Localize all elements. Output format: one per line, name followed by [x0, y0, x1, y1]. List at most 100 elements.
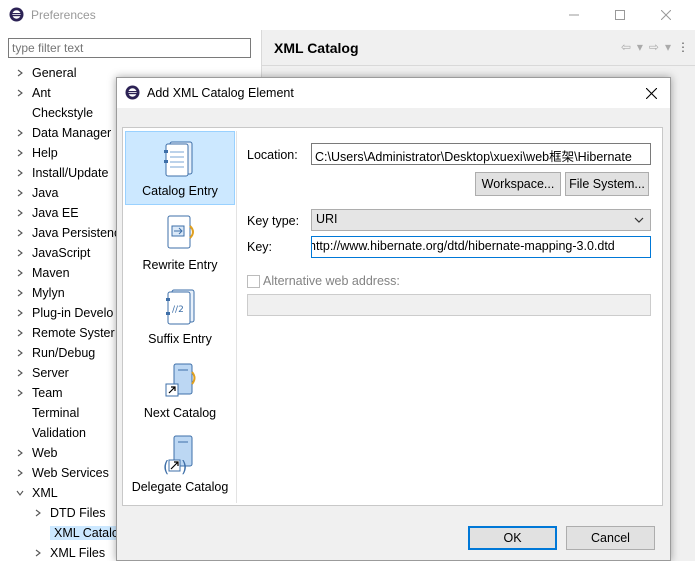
- category-next-catalog[interactable]: Next Catalog: [125, 354, 235, 428]
- chevron-right-icon[interactable]: [14, 207, 26, 219]
- tree-item[interactable]: Ant: [14, 83, 51, 103]
- tree-item[interactable]: Run/Debug: [14, 343, 95, 363]
- workspace-button[interactable]: Workspace...: [475, 172, 561, 196]
- chevron-right-icon[interactable]: [14, 267, 26, 279]
- tree-item[interactable]: DTD Files: [32, 503, 106, 523]
- category-delegate-catalog[interactable]: ( ) Delegate Catalog: [125, 428, 235, 502]
- chevron-right-icon[interactable]: [14, 287, 26, 299]
- category-label: Delegate Catalog: [131, 480, 229, 494]
- tree-item[interactable]: XML Files: [32, 543, 105, 561]
- location-label: Location:: [247, 148, 298, 162]
- chevron-right-icon[interactable]: [32, 547, 44, 559]
- tree-item-label: Checkstyle: [32, 106, 94, 120]
- ok-button[interactable]: OK: [468, 526, 557, 550]
- tree-item[interactable]: Web: [14, 443, 57, 463]
- tree-item-label: Remote Syster: [32, 326, 115, 340]
- tree-item[interactable]: Validation: [14, 423, 86, 443]
- tree-item-label: Data Manager: [32, 126, 112, 140]
- preferences-page-header: XML Catalog ⇦ ▾ ⇨ ▾ ⋮: [262, 30, 695, 66]
- chevron-right-icon[interactable]: [14, 187, 26, 199]
- chevron-right-icon[interactable]: [14, 147, 26, 159]
- chevron-right-icon[interactable]: [14, 247, 26, 259]
- tree-item-label: Web Services: [32, 466, 109, 480]
- chevron-right-icon[interactable]: [14, 327, 26, 339]
- history-nav: ⇦ ▾ ⇨ ▾ ⋮: [621, 40, 689, 54]
- preferences-close-button[interactable]: [643, 0, 689, 30]
- maximize-button[interactable]: [597, 0, 643, 30]
- alternative-web-address-checkbox[interactable]: [247, 275, 260, 288]
- back-arrow-icon[interactable]: ⇦: [621, 40, 631, 54]
- chevron-right-icon[interactable]: [14, 447, 26, 459]
- category-suffix-entry[interactable]: //2 Suffix Entry: [125, 280, 235, 354]
- tree-item[interactable]: XML Catalo: [32, 523, 123, 543]
- minimize-button[interactable]: [551, 0, 597, 30]
- chevron-right-icon[interactable]: [14, 67, 26, 79]
- tree-item[interactable]: Terminal: [14, 403, 79, 423]
- tree-item-label: XML: [32, 486, 58, 500]
- tree-item-label: Web: [32, 446, 58, 460]
- tree-item[interactable]: Data Manager: [14, 123, 111, 143]
- back-dropdown-icon[interactable]: ▾: [637, 40, 643, 54]
- tree-item[interactable]: Checkstyle: [14, 103, 93, 123]
- forward-arrow-icon[interactable]: ⇨: [649, 40, 659, 54]
- category-catalog-entry[interactable]: Catalog Entry: [125, 131, 235, 205]
- key-field[interactable]: http://www.hibernate.org/dtd/hibernate-m…: [311, 236, 651, 258]
- tree-item-label: Java Persistenc: [32, 226, 121, 240]
- cancel-button[interactable]: Cancel: [566, 526, 655, 550]
- tree-item[interactable]: Mylyn: [14, 283, 65, 303]
- chevron-right-icon[interactable]: [32, 507, 44, 519]
- tree-item[interactable]: Remote Syster: [14, 323, 115, 343]
- tree-item[interactable]: Maven: [14, 263, 70, 283]
- svg-text:(: (: [163, 457, 169, 476]
- tree-item-label: XML Catalo: [50, 526, 123, 540]
- tree-item-label: Terminal: [32, 406, 80, 420]
- key-type-value: URI: [316, 212, 338, 226]
- category-divider: [236, 131, 237, 503]
- chevron-right-icon[interactable]: [14, 467, 26, 479]
- dialog-titlebar: Add XML Catalog Element: [117, 78, 670, 108]
- forward-dropdown-icon[interactable]: ▾: [665, 40, 671, 54]
- suffix-entry-icon: //2: [166, 289, 195, 325]
- chevron-right-icon[interactable]: [14, 307, 26, 319]
- tree-item[interactable]: Java Persistenc: [14, 223, 120, 243]
- chevron-right-icon[interactable]: [14, 387, 26, 399]
- tree-item[interactable]: General: [14, 63, 76, 83]
- tree-item[interactable]: Java EE: [14, 203, 79, 223]
- chevron-right-icon[interactable]: [14, 347, 26, 359]
- tree-item-label: Validation: [32, 426, 86, 440]
- close-icon: [645, 87, 657, 99]
- chevron-down-icon[interactable]: [14, 487, 26, 499]
- chevron-right-icon[interactable]: [14, 127, 26, 139]
- chevron-right-icon[interactable]: [14, 87, 26, 99]
- alternative-web-address-label: Alternative web address:: [263, 274, 400, 288]
- svg-text://2: //2: [172, 305, 184, 315]
- key-type-select[interactable]: URI: [311, 209, 651, 231]
- alternative-web-address-field[interactable]: [247, 294, 651, 316]
- chevron-right-icon[interactable]: [14, 227, 26, 239]
- tree-item[interactable]: Web Services: [14, 463, 109, 483]
- tree-item[interactable]: Team: [14, 383, 63, 403]
- tree-item-label: Maven: [32, 266, 70, 280]
- tree-item[interactable]: JavaScript: [14, 243, 90, 263]
- tree-item-label: Help: [32, 146, 58, 160]
- tree-item[interactable]: Help: [14, 143, 58, 163]
- chevron-right-icon[interactable]: [14, 167, 26, 179]
- close-icon: [661, 10, 671, 20]
- svg-text:): ): [181, 457, 187, 476]
- category-rewrite-entry[interactable]: Rewrite Entry: [125, 206, 235, 280]
- location-field[interactable]: C:\Users\Administrator\Desktop\xuexi\web…: [311, 143, 651, 165]
- tree-item[interactable]: Plug-in Develo: [14, 303, 113, 323]
- dialog-close-button[interactable]: [636, 78, 666, 108]
- add-xml-catalog-dialog: Add XML Catalog Element Catalog Entry Re…: [116, 77, 671, 561]
- view-menu-icon[interactable]: ⋮: [677, 40, 689, 54]
- tree-item[interactable]: Install/Update: [14, 163, 108, 183]
- tree-item[interactable]: Server: [14, 363, 69, 383]
- filter-input[interactable]: [8, 38, 251, 58]
- tree-item[interactable]: XML: [14, 483, 58, 503]
- chevron-right-icon[interactable]: [14, 367, 26, 379]
- file-system-button[interactable]: File System...: [565, 172, 649, 196]
- tree-item[interactable]: Java: [14, 183, 58, 203]
